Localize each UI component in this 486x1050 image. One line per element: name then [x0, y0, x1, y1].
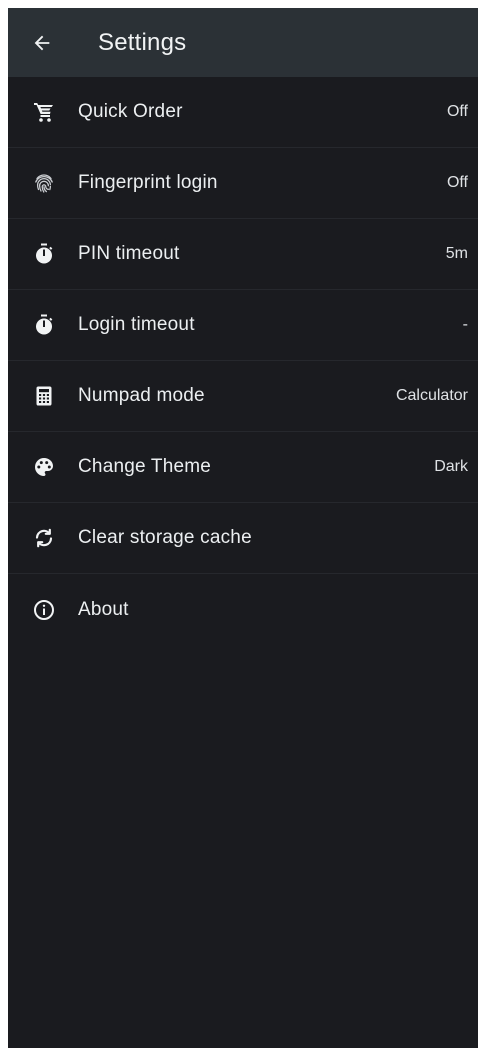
- setting-label: Quick Order: [78, 101, 183, 122]
- settings-list: Quick Order Off Fingerprint login Off PI…: [8, 77, 478, 645]
- timer-icon: [8, 290, 78, 360]
- fingerprint-icon: [8, 148, 78, 218]
- sync-icon: [8, 503, 78, 573]
- arrow-back-icon: [34, 35, 50, 50]
- setting-value: Dark: [434, 458, 468, 475]
- palette-icon: [8, 432, 78, 502]
- back-button[interactable]: [8, 8, 76, 77]
- app-bar: Settings: [8, 8, 478, 77]
- setting-fingerprint-login[interactable]: Fingerprint login Off: [8, 148, 478, 219]
- setting-label: Clear storage cache: [78, 527, 252, 548]
- setting-clear-storage-cache[interactable]: Clear storage cache: [8, 503, 478, 574]
- setting-change-theme[interactable]: Change Theme Dark: [8, 432, 478, 503]
- settings-screen: Settings Quick Order Off Fingerprint log…: [8, 8, 478, 1048]
- setting-value: Off: [446, 103, 468, 120]
- setting-label: Fingerprint login: [78, 172, 218, 193]
- calculator-icon: [8, 361, 78, 431]
- setting-label: PIN timeout: [78, 243, 180, 264]
- setting-numpad-mode[interactable]: Numpad mode Calculator: [8, 361, 478, 432]
- setting-label: Numpad mode: [78, 385, 205, 406]
- setting-label: Login timeout: [78, 314, 195, 335]
- timer-icon: [8, 219, 78, 289]
- setting-value: Calculator: [395, 387, 468, 404]
- setting-label: About: [78, 598, 129, 620]
- info-icon: [8, 575, 78, 645]
- setting-value: 5m: [445, 245, 468, 262]
- cart-icon: [8, 77, 78, 147]
- setting-about[interactable]: About: [8, 574, 478, 645]
- setting-login-timeout[interactable]: Login timeout -: [8, 290, 478, 361]
- page-title: Settings: [98, 28, 187, 56]
- setting-value: Off: [446, 174, 468, 191]
- setting-quick-order[interactable]: Quick Order Off: [8, 77, 478, 148]
- setting-label: Change Theme: [78, 456, 212, 477]
- setting-value: -: [462, 316, 468, 333]
- setting-pin-timeout[interactable]: PIN timeout 5m: [8, 219, 478, 290]
